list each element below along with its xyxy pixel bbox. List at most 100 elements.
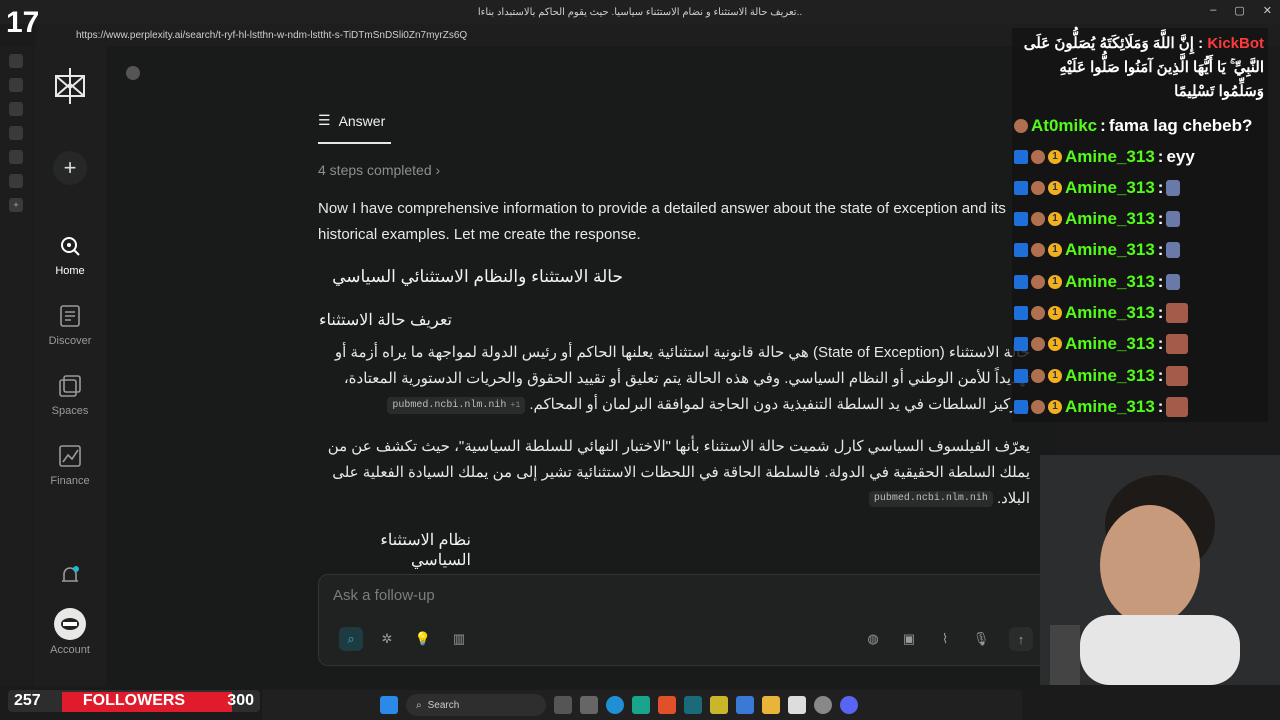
sidebar-item-discover[interactable]: Discover — [34, 301, 106, 347]
emote-icon — [1166, 242, 1181, 258]
finance-icon — [55, 441, 85, 471]
tab-icon[interactable] — [9, 102, 23, 116]
citation-chip[interactable]: pubmed.ncbi.nlm.nih +1 — [387, 396, 526, 414]
brave-icon[interactable] — [658, 696, 676, 714]
labs-mode-button[interactable]: ▥ — [447, 627, 471, 651]
reasoning-mode-button[interactable]: 💡 — [411, 627, 435, 651]
paperclip-icon: ⌇ — [941, 631, 949, 646]
avatar-icon — [1031, 306, 1045, 320]
emote-icon — [1166, 274, 1181, 290]
windows-taskbar: ⌕ Search — [262, 690, 1022, 720]
answer-paragraph: حالة الاستثناء (State of Exception) هي ح… — [334, 344, 1030, 414]
tab-icon[interactable] — [9, 126, 23, 140]
research-mode-button[interactable]: ✲ — [375, 627, 399, 651]
app-icon[interactable] — [632, 696, 650, 714]
app-icon[interactable] — [710, 696, 728, 714]
user-icon[interactable] — [126, 66, 140, 80]
new-thread-button[interactable]: + — [34, 151, 106, 189]
search-icon — [55, 231, 85, 261]
plus-icon: + — [53, 151, 87, 185]
section-heading-system: نظام الاستثناء السياسي — [380, 532, 471, 569]
answer-heading: حالة الاستثناء والنظام الاستثنائي السياس… — [332, 267, 623, 286]
settings-icon[interactable] — [814, 696, 832, 714]
notifications-button[interactable] — [34, 561, 106, 595]
tab-icon[interactable] — [9, 150, 23, 164]
perplexity-icon[interactable] — [684, 696, 702, 714]
sidebar-item-label: Account — [50, 644, 90, 656]
minimize-icon[interactable]: – — [1210, 4, 1216, 17]
chat-pinned-message: KickBot : إِنَّ اللَّهَ وَمَلَائِكَتَهُ … — [1023, 35, 1264, 100]
task-view-icon[interactable] — [554, 696, 572, 714]
followers-goal-bar: 257 FOLLOWERS 300 — [6, 688, 262, 714]
chat-message: 1 Amine_313 : — [1014, 397, 1189, 417]
windows-start-icon[interactable] — [380, 696, 398, 714]
folder-icon[interactable] — [762, 696, 780, 714]
tab-answer-label: Answer — [338, 112, 386, 129]
submit-button[interactable]: ↑ — [1009, 627, 1033, 651]
subscriber-badge-icon: 1 — [1048, 369, 1062, 383]
sidebar-item-account[interactable]: Account — [34, 608, 106, 656]
followers-goal: 300 — [227, 692, 254, 709]
tab-underline — [318, 142, 391, 144]
discover-icon — [55, 301, 85, 331]
chat-message: 1 Amine_313 : — [1014, 178, 1181, 198]
kick-badge-icon — [1014, 181, 1028, 195]
sidebar-item-label: Finance — [50, 475, 90, 487]
avatar-icon — [1031, 337, 1045, 351]
url-text[interactable]: https://www.perplexity.ai/search/t-ryf-h… — [76, 30, 467, 41]
kick-badge-icon — [1014, 306, 1028, 320]
sidebar-item-label: Discover — [48, 335, 92, 347]
add-tab-icon[interactable]: + — [9, 198, 23, 212]
terminal-icon[interactable] — [580, 696, 598, 714]
chat-message: At0mikc : fama lag chebeb? — [1014, 116, 1252, 136]
bell-icon — [55, 561, 85, 591]
emote-icon — [1166, 180, 1181, 196]
close-icon[interactable]: ✕ — [1263, 4, 1272, 17]
kick-badge-icon — [1014, 150, 1028, 164]
follow-up-input[interactable] — [333, 587, 833, 604]
avatar-icon — [1031, 212, 1045, 226]
steps-completed[interactable]: 4 steps completed › — [318, 162, 440, 178]
model-button[interactable]: ▣ — [897, 627, 921, 651]
tab-icon[interactable] — [9, 174, 23, 188]
store-icon[interactable] — [788, 696, 806, 714]
chat-message: 1 Amine_313 : — [1014, 240, 1181, 260]
subscriber-badge-icon: 1 — [1048, 337, 1062, 351]
spaces-icon — [55, 371, 85, 401]
tab-icon[interactable] — [9, 54, 23, 68]
edge-icon[interactable] — [606, 696, 624, 714]
taskbar-search[interactable]: ⌕ Search — [406, 694, 546, 716]
maximize-icon[interactable]: ▢ — [1234, 4, 1244, 17]
subscriber-badge-icon: 1 — [1048, 306, 1062, 320]
avatar-icon — [1031, 243, 1045, 257]
citation-chip[interactable]: pubmed.ncbi.nlm.nih — [868, 491, 993, 508]
sidebar-item-finance[interactable]: Finance — [34, 441, 106, 487]
emote-icon — [1166, 303, 1189, 323]
webcam-feed — [1040, 455, 1280, 685]
search-icon: ⌕ — [416, 699, 422, 711]
tab-answer[interactable]: ☰ Answer — [318, 112, 385, 129]
perplexity-logo[interactable] — [34, 66, 106, 106]
search-mode-button[interactable]: ⌕ — [339, 627, 363, 651]
sidebar-item-home[interactable]: Home — [34, 231, 106, 277]
chevron-right-icon: › — [435, 162, 441, 178]
avatar-icon — [54, 608, 86, 640]
mail-icon[interactable] — [736, 696, 754, 714]
voice-button[interactable]: 🎙 — [969, 627, 993, 651]
followers-current: 257 — [14, 692, 41, 709]
chat-message: 1 Amine_313 : — [1014, 334, 1189, 354]
sidebar-item-label: Home — [55, 265, 85, 277]
avatar-icon — [1031, 400, 1045, 414]
avatar-icon — [1031, 181, 1045, 195]
chat-message: 1 Amine_313 : — [1014, 366, 1189, 386]
tab-icon[interactable] — [9, 78, 23, 92]
sidebar-item-spaces[interactable]: Spaces — [34, 371, 106, 417]
discord-icon[interactable] — [840, 696, 858, 714]
chat-message: 1 Amine_313 : — [1014, 209, 1181, 229]
kick-badge-icon — [1014, 212, 1028, 226]
globe-button[interactable]: ◍ — [861, 627, 885, 651]
window-titlebar: تعريف حالة الاستثناء و نضام الاستثناء سي… — [0, 0, 1280, 24]
attach-button[interactable]: ⌇ — [933, 627, 957, 651]
sidebar-item-label: Spaces — [51, 405, 89, 417]
subscriber-badge-icon: 1 — [1048, 212, 1062, 226]
